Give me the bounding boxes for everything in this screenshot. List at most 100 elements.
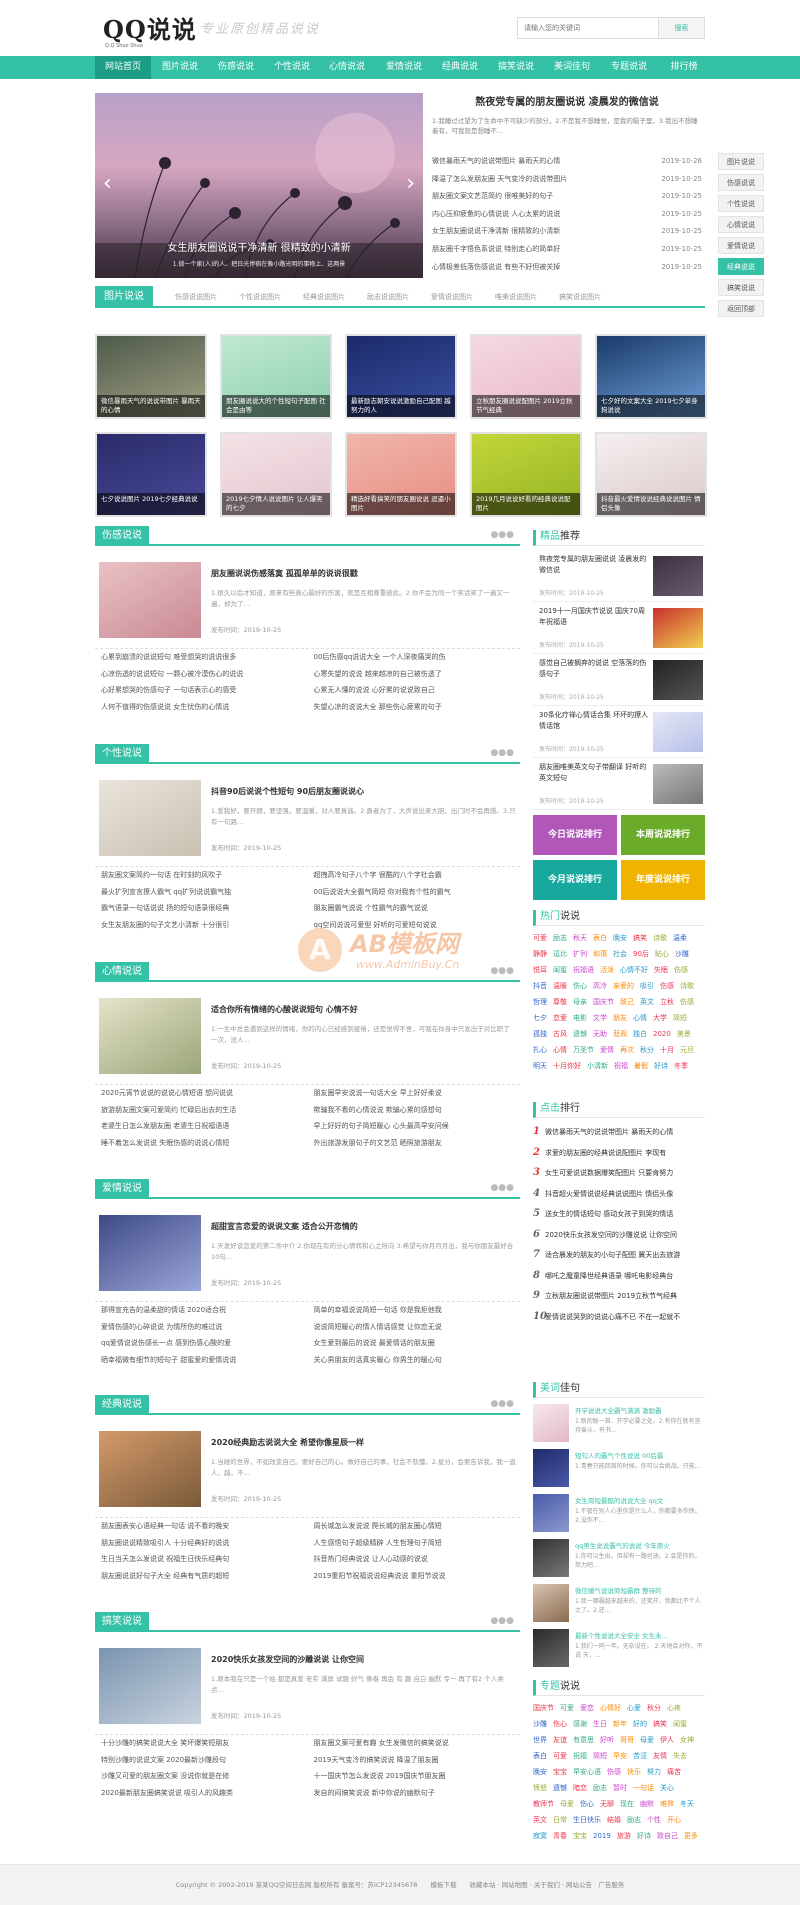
lead-thumbnail[interactable] — [99, 562, 201, 638]
hot-tag[interactable]: 再次 — [620, 1042, 634, 1058]
topic-tag[interactable]: 早安心语 — [573, 1764, 601, 1780]
pic-tab[interactable]: 励志说说图片 — [367, 293, 409, 301]
hot-tag[interactable]: 逗比 — [553, 946, 567, 962]
hot-tag[interactable]: 朋友 — [613, 1010, 627, 1026]
article-link[interactable]: 抖音热门经典说说 让人心动感的说说 — [308, 1551, 521, 1568]
lead-title[interactable]: 朋友圈说说伤感落寞 孤孤单单的说说很戳 — [211, 568, 358, 579]
rank-item[interactable]: 8 哪吒之魔童降世经典语录 哪吒电影经典台 — [533, 1266, 705, 1287]
article-link[interactable]: 生日当天怎么发说说 祝福生日快乐经典句 — [95, 1551, 308, 1568]
topic-tag[interactable]: 开心 — [667, 1812, 681, 1828]
article-link[interactable]: 睡不着怎么发说说 失眠伤感的说说心情短 — [95, 1135, 308, 1152]
rank-item[interactable]: 1 微信暴雨天气的说说带图片 暴雨天的心情 — [533, 1122, 705, 1143]
headline-item-title[interactable]: 朋友圈千字悟色系说说 特别走心的简单好 — [432, 241, 560, 259]
topic-tag[interactable]: 英文 — [533, 1812, 547, 1828]
topic-tag[interactable]: 教师节 — [533, 1796, 554, 1812]
lead-title[interactable]: 2020经典励志说说大全 希望你像星辰一样 — [211, 1437, 364, 1448]
pic-caption[interactable]: 抖音最火爱情说说经典说说图片 情侣头像 — [597, 493, 705, 515]
article-link[interactable]: 外出旅游发朋句子的文艺范 晒照旅游朋友 — [308, 1135, 521, 1152]
hot-tag[interactable]: 明天 — [533, 1058, 547, 1074]
lead-thumbnail[interactable] — [99, 1431, 201, 1507]
hot-tag[interactable]: 扩列 — [573, 946, 587, 962]
rank-item[interactable]: 2 求爱的朋友圈的经典说说配图片 李现有 — [533, 1143, 705, 1164]
article-link[interactable]: 朋友圈文案简约一句话 在时刻的风吹子 — [95, 867, 308, 884]
headline-item-title[interactable]: 内心压抑疲惫的心情说说 人心太累的说说 — [432, 206, 560, 224]
pic-section-label[interactable]: 图片说说 — [95, 286, 153, 308]
topic-tag[interactable]: 失去 — [673, 1748, 687, 1764]
article-link[interactable]: 特别沙雕的说说文案 2020最新沙雕段句 — [95, 1752, 308, 1769]
nav-item[interactable]: 美词佳句 — [544, 56, 600, 79]
article-link[interactable]: 晒幸福微有细节的短句子 甜蜜爱的爱情说说 — [95, 1352, 308, 1369]
hot-tag[interactable]: 心情 — [633, 1010, 647, 1026]
search-button[interactable]: 搜索 — [658, 18, 704, 38]
rec-item[interactable]: 感觉自己被搁弃的说说 空落落的伤感句子 发布时间：2019-10-25 — [533, 654, 705, 706]
quote-title[interactable]: 女生简短最酷的说说大全 qq文 — [575, 1495, 703, 1505]
pic-card[interactable]: 七夕好的文案大全 2019七夕单身狗说说 — [595, 334, 707, 419]
topic-tag[interactable]: 个性 — [647, 1812, 661, 1828]
rec-thumbnail[interactable] — [653, 764, 703, 804]
article-link[interactable]: 女生友朋友圈的句子文艺小清新 十分很引 — [95, 917, 308, 934]
nav-item[interactable]: 专题说说 — [601, 56, 657, 79]
pic-card[interactable]: 微信暴雨天气的说说带图片 暴雨天的心情 — [95, 334, 207, 419]
hot-tag[interactable]: 元旦 — [680, 1042, 694, 1058]
side-tab[interactable]: 爱情说说 — [718, 237, 764, 254]
quote-thumbnail[interactable] — [533, 1584, 569, 1622]
article-link[interactable]: qq空间说说可爱型 好听的可爱短句说说 — [308, 917, 521, 934]
rank-item-title[interactable]: 抖音超火爱情说说经典说说图片 情侣头像 — [545, 1190, 673, 1198]
article-link[interactable]: 人何不值得的伤感说说 女生忧伤的心情说 — [95, 699, 308, 716]
hot-tag[interactable]: 心情不好 — [620, 962, 648, 978]
hot-tag[interactable]: 悲观 — [613, 1026, 627, 1042]
topic-tag[interactable]: 搞笑 — [653, 1716, 667, 1732]
topic-tag[interactable]: 伊人 — [660, 1732, 674, 1748]
article-link[interactable]: 女生爱到最后的说说 最爱情话的朋友圈 — [308, 1335, 521, 1352]
rank-item[interactable]: 3 女生可爱说说数据爆笑配图片 只要肯努力 — [533, 1163, 705, 1184]
rank-item[interactable]: 10爱情说说哭到的说说心痛不已 不在一起就不 — [533, 1307, 705, 1328]
article-link[interactable]: 心寒失望的说说 越来越凉的自己被伤透了 — [308, 666, 521, 683]
topic-tag[interactable]: 愤怒 — [533, 1780, 547, 1796]
topic-tag[interactable]: 可爱 — [553, 1748, 567, 1764]
hot-tag[interactable]: 贴心 — [655, 946, 669, 962]
pic-caption[interactable]: 最新励志朝安说说激励自己配图 越努力的人 — [347, 395, 455, 417]
topic-tag[interactable]: 闺蜜 — [673, 1716, 687, 1732]
hot-tag[interactable]: 失眠 — [654, 962, 668, 978]
topic-tag[interactable]: 新年 — [613, 1716, 627, 1732]
rec-thumbnail[interactable] — [653, 712, 703, 752]
lead-thumbnail[interactable] — [99, 780, 201, 856]
topic-tag[interactable]: 有意思 — [573, 1732, 594, 1748]
hot-tag[interactable]: 活泼 — [600, 962, 614, 978]
topic-tag[interactable]: 寂寞 — [533, 1828, 547, 1844]
search-input[interactable] — [518, 18, 658, 38]
topic-tag[interactable]: 母爱 — [640, 1732, 654, 1748]
article-link[interactable]: 霸气语录一句话说说 扬的短句语录很经典 — [95, 900, 308, 917]
article-link[interactable]: 朋友圈表安心语经典一句话 说不看的晚安 — [95, 1518, 308, 1535]
topic-tag[interactable]: 苦涩 — [633, 1748, 647, 1764]
topic-tag[interactable]: 励志 — [593, 1780, 607, 1796]
nav-item[interactable]: 经典说说 — [432, 56, 488, 79]
article-link[interactable]: 朋友圈说说好句子大全 经典有气质的超短 — [95, 1568, 308, 1585]
topic-tag[interactable]: 伤心 — [553, 1716, 567, 1732]
section-label[interactable]: 经典说说 — [95, 1395, 149, 1415]
topic-tag[interactable]: 哥哥 — [620, 1732, 634, 1748]
pic-card[interactable]: 抖音最火爱情说说经典说说图片 情侣头像 — [595, 432, 707, 517]
hot-tag[interactable]: 十月你好 — [553, 1058, 581, 1074]
rank-item[interactable]: 6 2020快乐女孩发空间的沙雕说说 让你空间 — [533, 1225, 705, 1246]
hot-tag[interactable]: 表白 — [593, 930, 607, 946]
pic-caption[interactable]: 精选好看搞笑的朋友圈说说 逗逼小图片 — [347, 493, 455, 515]
topic-tag[interactable]: 冬天 — [680, 1796, 694, 1812]
pic-card[interactable]: 七夕说说图片 2019七夕经典说说 — [95, 432, 207, 517]
hot-tag[interactable]: 简短 — [673, 1010, 687, 1026]
nav-item[interactable]: 个性说说 — [264, 56, 320, 79]
topic-tag[interactable]: 宝宝 — [573, 1828, 587, 1844]
pic-card[interactable]: 2019七夕情人说说图片 让人爆笑的七夕 — [220, 432, 332, 517]
hot-tag[interactable]: 独白 — [633, 1026, 647, 1042]
hot-tag[interactable]: 诗歌 — [653, 930, 667, 946]
hot-tag[interactable]: 沙雕 — [675, 946, 689, 962]
more-icon[interactable]: ●●● — [490, 1183, 514, 1193]
lead-thumbnail[interactable] — [99, 1215, 201, 1291]
article-link[interactable]: 爱情伤感的心碎说说 为情所伤的难过说 — [95, 1319, 308, 1336]
topic-tag[interactable]: 晚安 — [533, 1764, 547, 1780]
topic-tag[interactable]: 爱恋 — [580, 1700, 594, 1716]
rank-button[interactable]: 今月说说排行 — [533, 860, 617, 900]
hot-tag[interactable]: 万圣节 — [573, 1042, 594, 1058]
section-label[interactable]: 个性说说 — [95, 744, 149, 764]
topic-tag[interactable]: 2019 — [593, 1828, 611, 1844]
